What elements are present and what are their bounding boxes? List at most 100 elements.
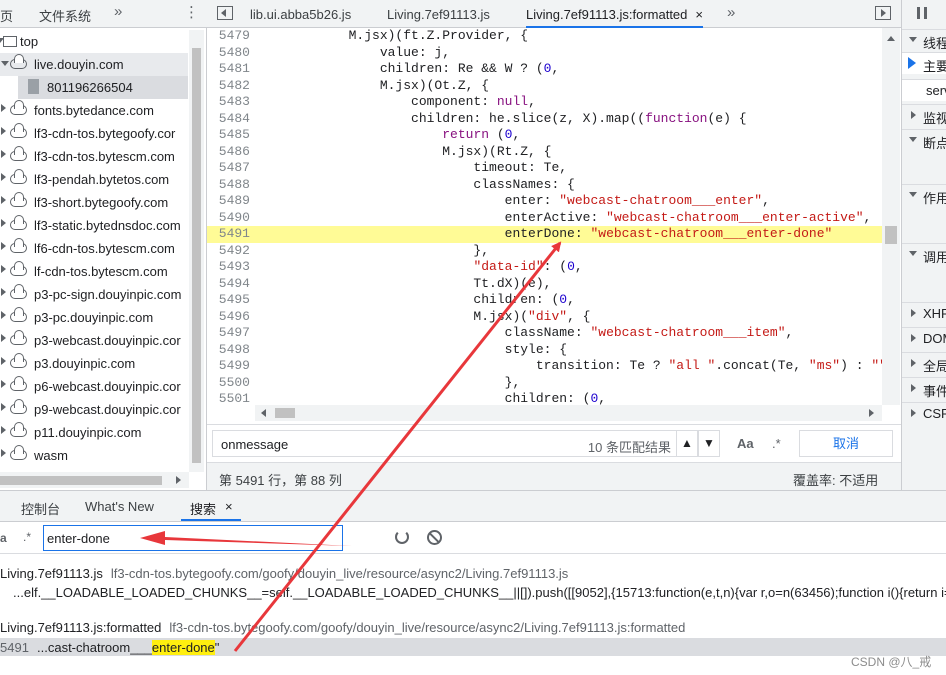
- toggle-navigator-icon[interactable]: [217, 6, 233, 20]
- collapsed-arrow-icon[interactable]: [1, 173, 6, 181]
- editor-tab-lib[interactable]: lib.ui.abba5b26.js: [250, 0, 351, 28]
- editor-tab-living-formatted[interactable]: Living.7ef91113.js:formatted ×: [526, 0, 703, 28]
- line-number[interactable]: 5481: [207, 61, 250, 78]
- debugger-section[interactable]: 监视: [902, 104, 946, 126]
- search-result-file[interactable]: Living.7ef91113.js:formatted lf3-cdn-tos.…: [0, 620, 685, 635]
- tree-item[interactable]: lf3-static.bytednsdoc.com: [0, 214, 188, 237]
- line-number[interactable]: 5497: [207, 325, 250, 342]
- find-prev-button[interactable]: ▲: [676, 430, 698, 457]
- tree-item[interactable]: lf3-cdn-tos.bytescm.com: [0, 145, 188, 168]
- close-search-tab-icon[interactable]: ×: [225, 499, 233, 514]
- line-number[interactable]: 5482: [207, 78, 250, 95]
- line-number[interactable]: 5499: [207, 358, 250, 375]
- tree-item[interactable]: fonts.bytedance.com: [0, 99, 188, 122]
- collapsed-arrow-icon[interactable]: [911, 384, 916, 392]
- search-result-line[interactable]: ...elf.__LOADABLE_LOADED_CHUNKS__=self._…: [13, 585, 946, 600]
- tree-vertical-scrollbar[interactable]: [189, 30, 204, 472]
- code-line[interactable]: 5479 M.jsx)(ft.Z.Provider, {: [207, 28, 882, 45]
- collapsed-arrow-icon[interactable]: [1, 380, 6, 388]
- tab-search[interactable]: 搜索: [190, 499, 216, 518]
- debugger-section[interactable]: 作用: [902, 184, 946, 206]
- find-cancel-button[interactable]: 取消: [799, 430, 893, 457]
- collapsed-arrow-icon[interactable]: [1, 426, 6, 434]
- more-tabs-icon[interactable]: »: [727, 4, 735, 21]
- toggle-debugger-icon[interactable]: [875, 6, 891, 20]
- scroll-right-icon[interactable]: [869, 409, 874, 417]
- tree-item[interactable]: top: [0, 30, 188, 53]
- line-number[interactable]: 5498: [207, 342, 250, 359]
- tree-item[interactable]: 801196266504: [0, 76, 188, 99]
- code-line[interactable]: 5496 M.jsx)("div", {: [207, 309, 882, 326]
- code-line[interactable]: 5498 style: {: [207, 342, 882, 359]
- line-number[interactable]: 5485: [207, 127, 250, 144]
- debugger-section[interactable]: 线程: [902, 29, 946, 51]
- search-result-file[interactable]: Living.7ef91113.js lf3-cdn-tos.bytegoofy.…: [0, 566, 568, 581]
- pause-icon[interactable]: [917, 7, 927, 19]
- collapsed-arrow-icon[interactable]: [911, 359, 916, 367]
- collapsed-arrow-icon[interactable]: [1, 311, 6, 319]
- tree-item[interactable]: lf3-cdn-tos.bytegoofy.cor: [0, 122, 188, 145]
- close-tab-icon[interactable]: ×: [695, 7, 703, 22]
- code-editor[interactable]: 5479 M.jsx)(ft.Z.Provider, {5480 value: …: [207, 28, 882, 405]
- tree-item[interactable]: p3-pc.douyinpic.com: [0, 306, 188, 329]
- search-input[interactable]: enter-done: [43, 525, 343, 551]
- code-line[interactable]: 5486 M.jsx)(Rt.Z, {: [207, 144, 882, 161]
- line-number[interactable]: 5496: [207, 309, 250, 326]
- tree-item[interactable]: p11.douyinpic.com: [0, 421, 188, 444]
- code-line[interactable]: 5495 children: (0,: [207, 292, 882, 309]
- tab-whats-new[interactable]: What's New: [85, 499, 154, 514]
- collapsed-arrow-icon[interactable]: [1, 265, 6, 273]
- debugger-section[interactable]: 全局: [902, 352, 946, 374]
- editor-tab-living[interactable]: Living.7ef91113.js: [387, 0, 490, 28]
- collapsed-arrow-icon[interactable]: [1, 196, 6, 204]
- collapsed-arrow-icon[interactable]: [1, 127, 6, 135]
- regex-toggle[interactable]: .*: [772, 436, 781, 451]
- code-line[interactable]: 5501 children: (0,: [207, 391, 882, 405]
- clear-icon[interactable]: [427, 530, 442, 545]
- code-line[interactable]: 5499 transition: Te ? "all ".concat(Te, …: [207, 358, 882, 375]
- code-vertical-scrollbar[interactable]: [882, 28, 900, 405]
- line-number[interactable]: 5500: [207, 375, 250, 392]
- collapsed-arrow-icon[interactable]: [1, 334, 6, 342]
- line-number[interactable]: 5480: [207, 45, 250, 62]
- tree-item[interactable]: p9-webcast.douyinpic.cor: [0, 398, 188, 421]
- scroll-thumb[interactable]: [275, 408, 295, 418]
- debugger-section[interactable]: serv: [902, 79, 946, 101]
- more-tabs-icon[interactable]: »: [114, 3, 122, 20]
- line-number[interactable]: 5483: [207, 94, 250, 111]
- tree-item[interactable]: lf6-cdn-tos.bytescm.com: [0, 237, 188, 260]
- collapsed-arrow-icon[interactable]: [1, 104, 6, 112]
- line-number[interactable]: 5495: [207, 292, 250, 309]
- line-number[interactable]: 5486: [207, 144, 250, 161]
- debugger-section[interactable]: 断点: [902, 129, 946, 151]
- collapsed-arrow-icon[interactable]: [1, 357, 6, 365]
- expanded-arrow-icon[interactable]: [909, 137, 917, 142]
- line-number[interactable]: 5501: [207, 391, 250, 405]
- scroll-up-icon[interactable]: [887, 36, 895, 41]
- collapsed-arrow-icon[interactable]: [1, 449, 6, 457]
- scroll-thumb[interactable]: [0, 476, 162, 485]
- expanded-arrow-icon[interactable]: [909, 37, 917, 42]
- debugger-section[interactable]: CSP: [902, 402, 946, 424]
- line-number[interactable]: 5489: [207, 193, 250, 210]
- tree-item[interactable]: p3-webcast.douyinpic.cor: [0, 329, 188, 352]
- collapsed-arrow-icon[interactable]: [1, 242, 6, 250]
- line-number[interactable]: 5488: [207, 177, 250, 194]
- code-line[interactable]: 5480 value: j,: [207, 45, 882, 62]
- code-line[interactable]: 5484 children: he.slice(z, X).map((funct…: [207, 111, 882, 128]
- code-line[interactable]: 5500 },: [207, 375, 882, 392]
- tree-horizontal-scrollbar[interactable]: [0, 472, 189, 488]
- collapsed-arrow-icon[interactable]: [911, 409, 916, 417]
- scroll-right-icon[interactable]: [176, 476, 181, 484]
- collapsed-arrow-icon[interactable]: [1, 403, 6, 411]
- line-number[interactable]: 5494: [207, 276, 250, 293]
- code-line[interactable]: 5497 className: "webcast-chatroom___item…: [207, 325, 882, 342]
- tab-console[interactable]: 控制台: [21, 499, 60, 518]
- debugger-section[interactable]: 事件: [902, 377, 946, 399]
- code-line[interactable]: 5487 timeout: Te,: [207, 160, 882, 177]
- debugger-section[interactable]: XHR: [902, 302, 946, 324]
- code-line[interactable]: 5493 "data-id": (0,: [207, 259, 882, 276]
- debugger-section[interactable]: 主要: [902, 52, 946, 74]
- code-line[interactable]: 5483 component: null,: [207, 94, 882, 111]
- line-number[interactable]: 5493: [207, 259, 250, 276]
